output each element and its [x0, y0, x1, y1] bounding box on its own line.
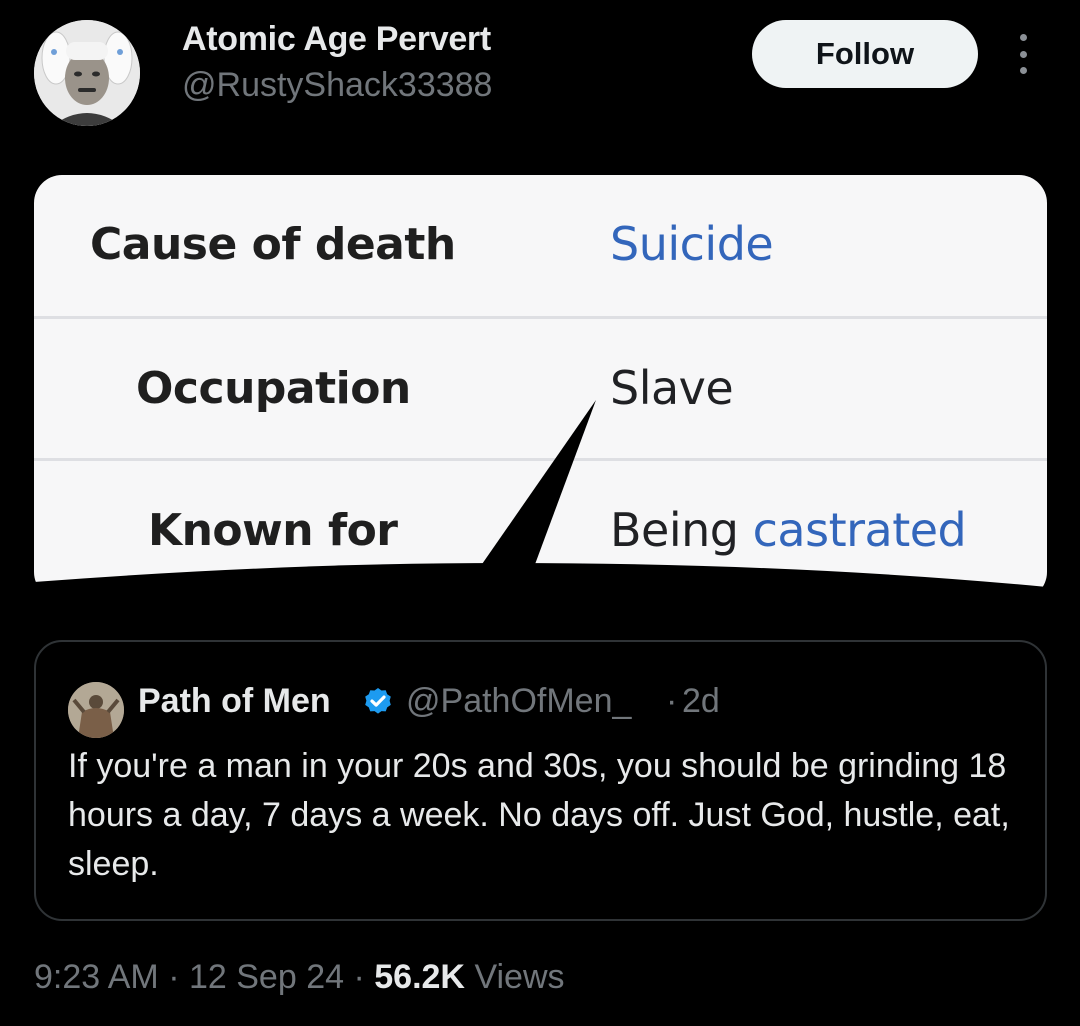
quoted-tweet-text: If you're a man in your 20s and 30s, you… [68, 747, 1010, 883]
profile-avatar-icon [34, 20, 140, 126]
quoted-author-avatar[interactable] [68, 682, 124, 738]
verified-badge-icon [365, 688, 391, 714]
more-options-button[interactable] [1008, 34, 1038, 74]
quoted-handle[interactable]: @PathOfMen_ [406, 682, 631, 721]
views-label: Views [474, 958, 565, 996]
author-display-name[interactable]: Atomic Age Pervert [182, 20, 491, 59]
quoted-tweet-card[interactable]: Path of Men @PathOfMen_ · 2d If you're a… [34, 640, 1047, 921]
quoted-separator: · [666, 682, 678, 720]
tweet-time[interactable]: 9:23 AM [34, 958, 159, 996]
tweet-page: Atomic Age Pervert @RustyShack33388 Foll… [0, 0, 1080, 1026]
tweet-date[interactable]: 12 Sep 24 [189, 958, 344, 996]
speech-bubble-tail [34, 400, 1047, 600]
quoted-avatar-icon [68, 682, 124, 738]
more-horizontal-icon [1019, 34, 1027, 41]
quoted-display-name[interactable]: Path of Men [138, 682, 331, 721]
quoted-timestamp[interactable]: 2d [682, 682, 720, 721]
tweet-media-image[interactable]: Cause of death Suicide Occupation Slave … [34, 175, 1047, 600]
author-avatar[interactable] [34, 20, 140, 126]
author-handle[interactable]: @RustyShack33388 [182, 66, 492, 105]
views-count: 56.2K [374, 958, 465, 996]
tweet-metadata: 9:23 AM · 12 Sep 24 · 56.2K Views [34, 958, 565, 996]
follow-button[interactable]: Follow [752, 20, 978, 88]
